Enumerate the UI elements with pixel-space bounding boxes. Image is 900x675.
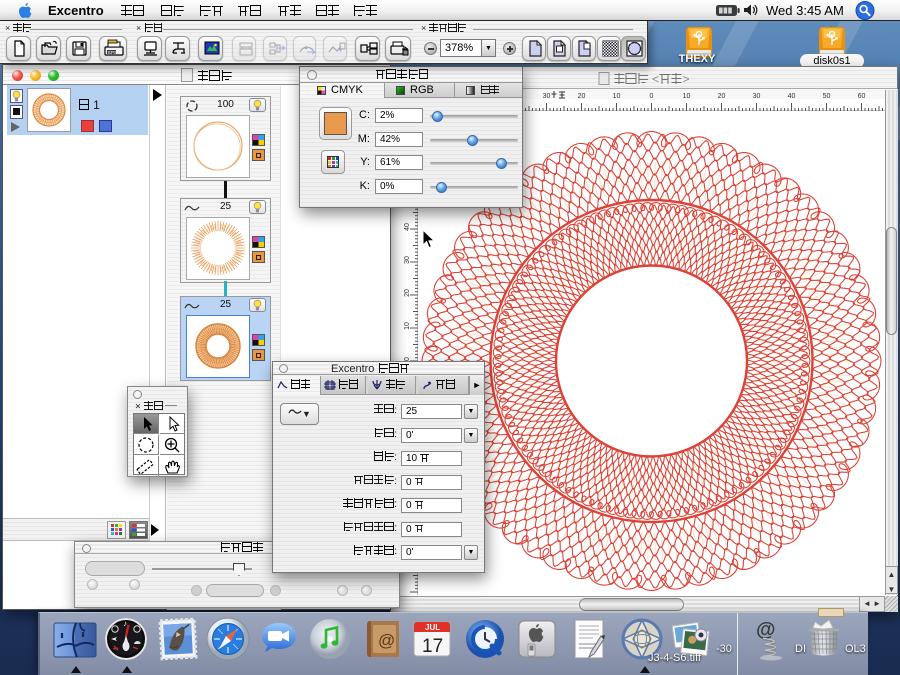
svg-text:40: 40 [788, 93, 796, 100]
svg-text:JUL: JUL [425, 623, 440, 632]
svg-text:10: 10 [404, 322, 411, 330]
svg-text:@: @ [756, 619, 776, 641]
svg-text:30: 30 [753, 93, 761, 100]
svg-text:EPS: EPS [108, 50, 117, 55]
svg-text:30: 30 [404, 256, 411, 264]
svg-text:10: 10 [683, 93, 691, 100]
svg-text:17: 17 [422, 636, 443, 657]
svg-text:20: 20 [404, 289, 411, 297]
svg-text:40: 40 [404, 223, 411, 231]
svg-text:10: 10 [613, 93, 621, 100]
svg-text:@: @ [378, 631, 395, 650]
svg-text:0: 0 [650, 93, 654, 100]
svg-text:20: 20 [718, 93, 726, 100]
svg-text:30: 30 [543, 93, 551, 100]
svg-text:20: 20 [578, 93, 586, 100]
svg-text:60: 60 [858, 93, 866, 100]
svg-text:♪: ♪ [123, 619, 127, 628]
svg-text:50: 50 [823, 93, 831, 100]
